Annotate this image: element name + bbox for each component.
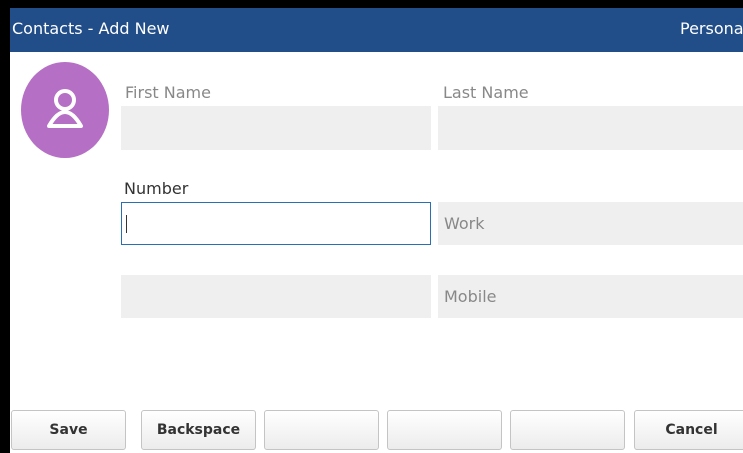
title-bar: Contacts - Add New Persona [10, 8, 743, 52]
number-2-input[interactable] [121, 275, 431, 318]
save-button[interactable]: Save [11, 410, 126, 450]
number-input[interactable] [121, 202, 431, 245]
last-name-label: Last Name [443, 83, 529, 102]
cancel-button[interactable]: Cancel [634, 410, 743, 450]
person-icon [47, 89, 83, 128]
softkey-bar: Save Backspace Cancel [10, 397, 743, 453]
text-caret [126, 215, 127, 233]
page-title: Contacts - Add New [12, 19, 170, 38]
number-type-work[interactable]: Work [438, 202, 743, 245]
last-name-input[interactable] [438, 106, 743, 150]
number-type-mobile[interactable]: Mobile [438, 275, 743, 318]
first-name-input[interactable] [121, 106, 431, 150]
softkey-5[interactable] [510, 410, 625, 450]
softkey-3[interactable] [264, 410, 379, 450]
number-label: Number [124, 179, 189, 198]
contact-avatar[interactable] [21, 62, 109, 158]
backspace-button[interactable]: Backspace [141, 410, 256, 450]
title-bar-right-text: Persona [680, 19, 743, 38]
softkey-4[interactable] [387, 410, 502, 450]
first-name-label: First Name [125, 83, 211, 102]
